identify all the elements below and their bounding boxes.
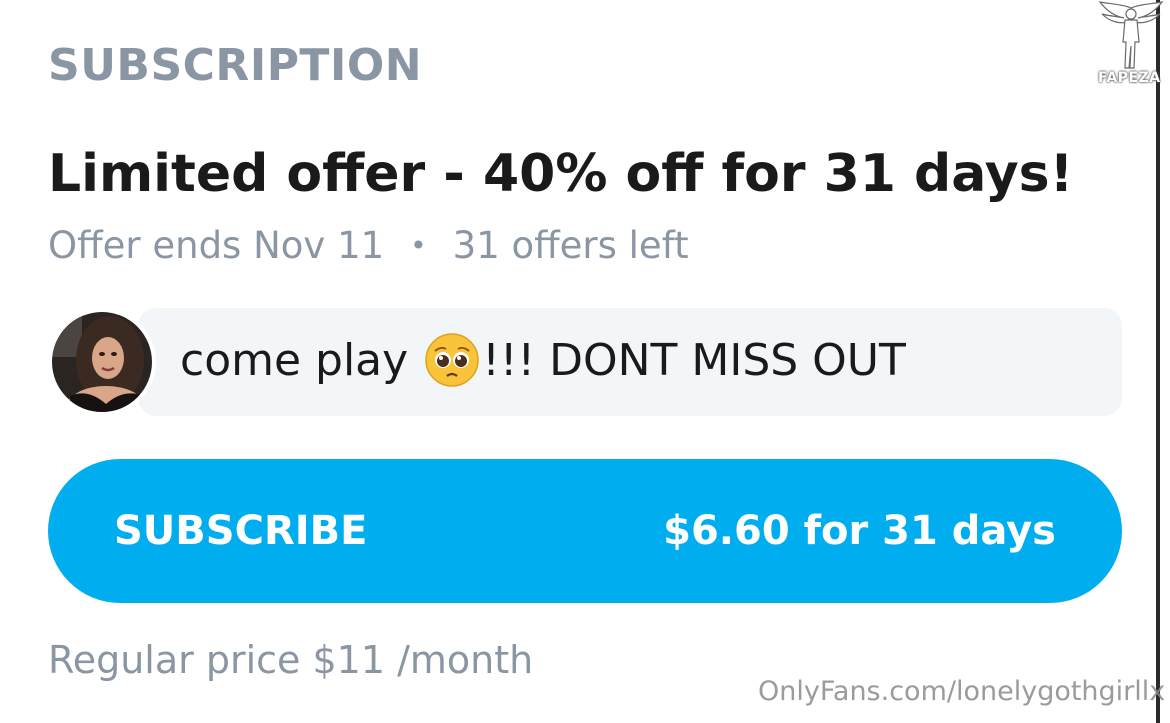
meta-separator: • <box>410 229 427 262</box>
message-text: come play !!! DONT MISS OUT <box>180 332 906 388</box>
subscribe-button[interactable]: SUBSCRIBE $6.60 for 31 days <box>48 459 1122 603</box>
offer-title: Limited offer - 40% off for 31 days! <box>48 144 1074 204</box>
offers-left: 31 offers left <box>452 224 689 267</box>
watermark-logo: FAPEZA <box>1096 0 1166 92</box>
offer-meta: Offer ends Nov 11 • 31 offers left <box>48 224 689 267</box>
regular-price: Regular price $11 /month <box>48 638 534 682</box>
message-text-end: !!! DONT MISS OUT <box>482 334 906 386</box>
offer-ends: Offer ends Nov 11 <box>48 224 385 267</box>
watermark-url: OnlyFans.com/lonelygothgirllx <box>758 676 1166 707</box>
pleading-face-icon <box>424 332 480 388</box>
watermark-logo-text: FAPEZA <box>1098 70 1161 86</box>
promo-message: come play !!! DONT MISS OUT <box>48 308 1122 416</box>
message-text-start: come play <box>180 334 409 386</box>
avatar[interactable] <box>48 308 156 416</box>
section-title: SUBSCRIPTION <box>48 40 423 91</box>
subscribe-label: SUBSCRIBE <box>114 508 368 554</box>
right-edge-line <box>1156 0 1160 723</box>
subscribe-price: $6.60 for 31 days <box>663 508 1056 554</box>
